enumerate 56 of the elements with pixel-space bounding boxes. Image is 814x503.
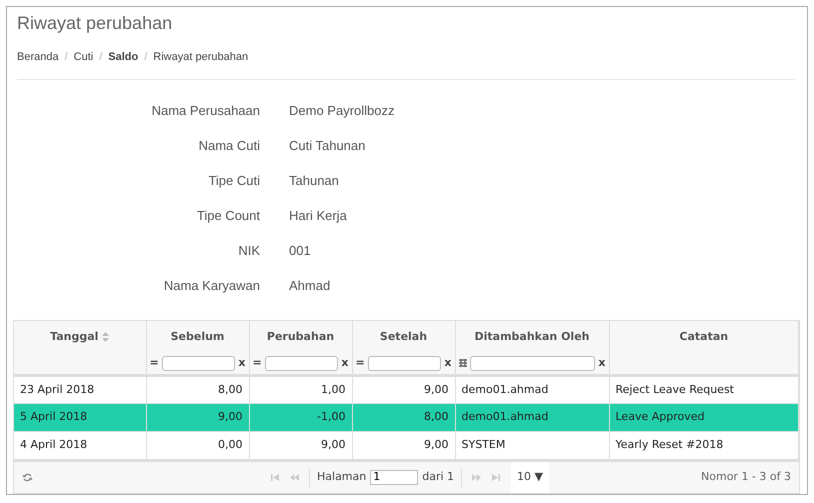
column-header[interactable]: Catatan [679,328,728,345]
record-summary: Nomor 1 - 3 of 3 [701,469,791,486]
field-label: Nama Karyawan [162,276,260,295]
column-header[interactable]: Perubahan [266,328,334,345]
page-title: Riwayat perubahan [17,12,174,35]
field-label: Tipe Cuti [207,172,260,190]
column-header[interactable]: Sebelum [170,328,224,345]
clear-filter-button[interactable]: x [341,355,348,372]
field-value: Demo Payrollbozz [289,102,396,120]
page-size-select[interactable]: 10 ▼ [511,462,549,493]
clear-filter-button[interactable]: x [598,355,606,372]
filter-input[interactable] [264,356,338,371]
page-input[interactable]: 1 [370,470,418,485]
last-page-icon[interactable] [491,474,500,481]
table-cell: 5 April 2018 [14,404,146,432]
field-value: 001 [289,242,312,260]
filter-operator[interactable]: = [356,355,365,372]
breadcrumb-separator: / [99,50,102,65]
filter-operator[interactable]: = [150,355,159,372]
filter-input[interactable] [162,356,236,371]
field-value: Cuti Tahunan [289,136,366,154]
page-count: dari 1 [422,469,454,486]
field-label: Tipe Count [196,206,260,225]
column-header[interactable]: Setelah [380,328,428,345]
table-cell: 8,00 [352,404,455,432]
table-cell: demo01.ahmad [455,404,609,432]
table-row[interactable]: 5 April 2018 9,00 -1,00 8,00 demo01.ahmad Leave Approved [14,404,798,432]
sort-icon[interactable] [102,332,110,342]
table-cell: 9,00 [146,404,249,432]
filter-input[interactable] [470,356,596,371]
table-cell: -1,00 [249,404,352,432]
breadcrumb-current: Riwayat perubahan [153,50,248,65]
clear-filter-button[interactable]: x [238,355,246,372]
field-label: NIK [237,242,260,260]
field-value: Ahmad [289,276,332,294]
next-page-icon[interactable] [472,474,482,481]
field-value: Tahunan [289,172,340,190]
table-cell: Leave Approved [609,404,798,432]
filter-operator-icon[interactable] [458,359,466,368]
breadcrumb-link[interactable]: Saldo [108,49,138,66]
breadcrumb-link[interactable]: Cuti [74,49,94,66]
filter-input[interactable] [368,356,442,371]
previous-page-icon[interactable] [290,474,299,481]
column-header[interactable]: Ditambahkan Oleh [474,328,590,345]
field-label: Nama Cuti [198,136,260,154]
clear-filter-button[interactable]: x [444,355,452,372]
field-label: Nama Perusahaan [150,102,260,120]
page-label: Halaman [317,469,366,486]
first-page-icon[interactable] [271,474,280,481]
breadcrumb-separator: / [144,50,148,65]
refresh-icon[interactable] [22,472,33,483]
filter-operator[interactable]: = [252,355,262,372]
breadcrumb-link[interactable]: Beranda [17,49,59,66]
column-header[interactable]: Tanggal [50,328,98,345]
field-value: Hari Kerja [289,206,348,225]
breadcrumb-separator: / [64,50,68,65]
